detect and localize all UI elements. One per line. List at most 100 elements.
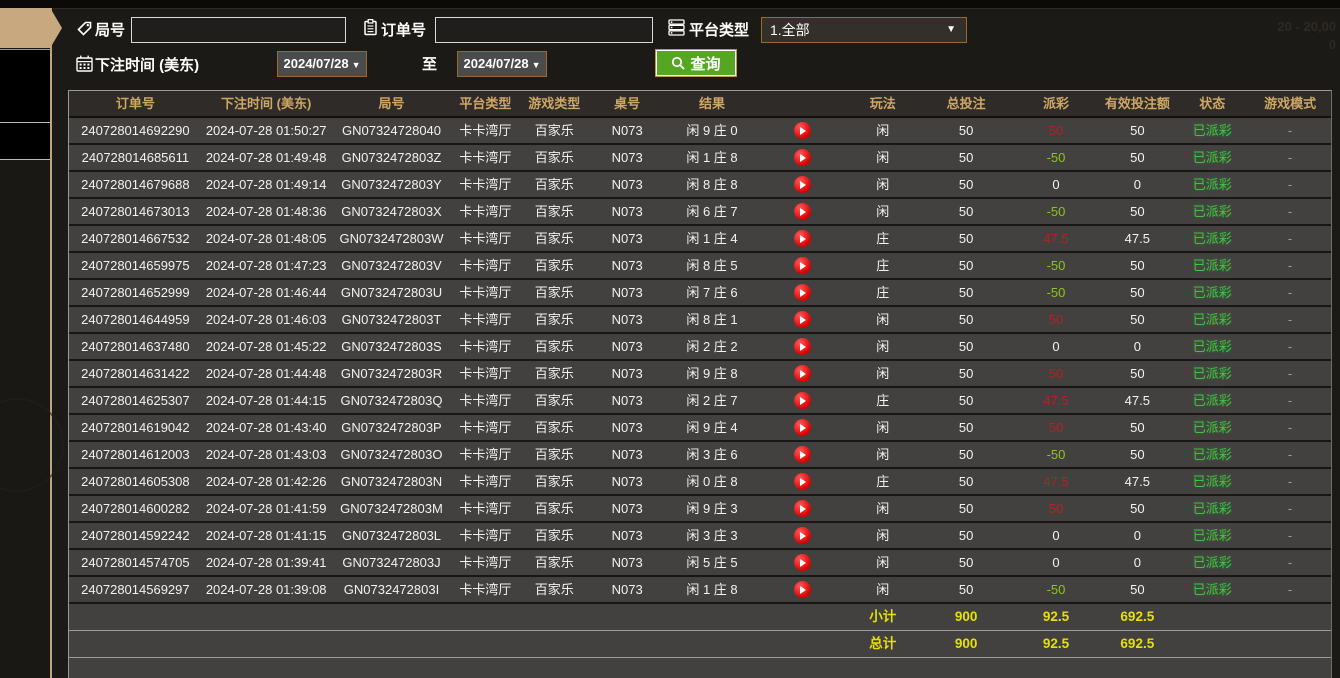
replay-video-icon[interactable] [794,230,812,247]
cell-valid-bet: 50 [1130,447,1145,462]
table-row: 240728014631422 2024-07-28 01:44:48 GN07… [69,361,1331,388]
cell-replay [760,496,846,521]
cell-payout: 0 [1052,528,1060,543]
platform-type-select[interactable]: 1.全部 ▼ [761,17,967,43]
cell-status: 已派彩 [1192,123,1232,138]
replay-video-icon[interactable] [794,446,812,463]
order-number-input[interactable] [435,17,653,43]
cell-game-type: 百家乐 [534,555,574,570]
cell-platform-type: 卡卡湾厅 [459,177,512,192]
cell-bet-time: 2024-07-28 01:47:23 [205,258,327,273]
table-row: 240728014605308 2024-07-28 01:42:26 GN07… [69,469,1331,496]
cell-order-number: 240728014659975 [81,258,190,273]
cell-round-number: GN0732472803J [342,555,441,570]
replay-video-icon[interactable] [794,338,812,355]
cell-status: 已派彩 [1192,393,1232,408]
cell-order-number: 240728014612003 [81,447,190,462]
replay-video-icon[interactable] [794,392,812,409]
cell-order-number: 240728014569297 [81,582,190,597]
query-button[interactable]: 查询 [655,49,737,77]
grand-total-row: 总计 900 92.5 692.5 [69,631,1331,658]
round-number-label: 局号 [95,22,126,39]
cell-round-number: GN0732472803Q [340,393,443,408]
replay-video-icon[interactable] [794,500,812,517]
cell-play-type: 闲 [876,366,890,381]
cell-game-mode: - [1287,447,1293,462]
cell-bet-time: 2024-07-28 01:44:48 [205,366,327,381]
table-row: 240728014667532 2024-07-28 01:48:05 GN07… [69,226,1331,253]
table-row: 240728014637480 2024-07-28 01:45:22 GN07… [69,334,1331,361]
cell-platform-type: 卡卡湾厅 [459,285,512,300]
cell-round-number: GN0732472803I [343,582,440,597]
cell-game-mode: - [1287,582,1293,597]
replay-video-icon[interactable] [794,419,812,436]
cell-game-type: 百家乐 [534,231,574,246]
cell-round-number: GN0732472803Y [341,177,442,192]
cell-platform-type: 卡卡湾厅 [459,501,512,516]
cell-replay [760,388,846,413]
cell-table-number: N073 [611,501,643,516]
date-to-picker[interactable]: 2024/07/28 ▼ [457,51,547,77]
cell-round-number: GN0732472803W [339,231,444,246]
cell-table-number: N073 [611,447,643,462]
replay-video-icon[interactable] [794,284,812,301]
cell-status: 已派彩 [1192,150,1232,165]
tag-icon [75,19,94,38]
sidebar-item-3[interactable] [0,86,50,123]
cell-payout: -50 [1046,204,1066,219]
date-from-picker[interactable]: 2024/07/28 ▼ [277,51,367,77]
cell-table-number: N073 [611,393,643,408]
cell-bet-time: 2024-07-28 01:48:36 [205,204,327,219]
cell-order-number: 240728014652999 [81,285,190,300]
cell-game-type: 百家乐 [534,339,574,354]
header-total-bet: 总投注 [946,96,986,111]
sidebar-item-2[interactable] [0,49,50,87]
header-play-type: 玩法 [869,96,896,111]
cell-game-mode: - [1287,312,1293,327]
replay-video-icon[interactable] [794,149,812,166]
subtotal-total-bet: 900 [954,609,978,624]
cell-status: 已派彩 [1192,204,1232,219]
date-to-value: 2024/07/28 [463,56,529,71]
cell-replay [760,226,846,251]
replay-video-icon[interactable] [794,257,812,274]
cell-play-type: 闲 [876,312,890,327]
replay-video-icon[interactable] [794,473,812,490]
grand-total-valid-bet: 692.5 [1120,636,1155,651]
cell-order-number: 240728014644959 [81,312,190,327]
sidebar-item-4[interactable] [0,123,50,160]
cell-bet-time: 2024-07-28 01:44:15 [205,393,327,408]
cell-game-mode: - [1287,555,1293,570]
table-row: 240728014600282 2024-07-28 01:41:59 GN07… [69,496,1331,523]
replay-video-icon[interactable] [794,365,812,382]
cell-order-number: 240728014592242 [81,528,190,543]
cell-replay [760,253,846,278]
replay-video-icon[interactable] [794,203,812,220]
cell-valid-bet: 50 [1130,312,1145,327]
round-number-input[interactable] [131,17,346,43]
cell-payout: 50 [1048,123,1064,138]
cell-result: 闲 0 庄 8 [686,474,738,489]
cell-payout: 0 [1052,177,1060,192]
replay-video-icon[interactable] [794,311,812,328]
cell-result: 闲 6 庄 7 [686,204,738,219]
replay-video-icon[interactable] [794,176,812,193]
replay-video-icon[interactable] [794,122,812,139]
cell-result: 闲 9 庄 0 [686,123,738,138]
cell-play-type: 庄 [876,285,890,300]
cell-game-mode: - [1287,177,1293,192]
table-row: 240728014619042 2024-07-28 01:43:40 GN07… [69,415,1331,442]
cell-platform-type: 卡卡湾厅 [459,258,512,273]
play-triangle-icon [800,288,807,297]
cell-game-mode: - [1287,474,1293,489]
platform-type-value: 1.全部 [770,22,810,38]
betting-records-page: 局号 订单号 平台类型 1.全部 ▼ 下注时间 (美东) 2024/07/28 ▼… [0,0,1340,678]
cell-result: 闲 8 庄 1 [686,312,738,327]
cell-game-type: 百家乐 [534,150,574,165]
play-triangle-icon [800,585,807,594]
cell-play-type: 闲 [876,501,890,516]
replay-video-icon[interactable] [794,554,812,571]
cell-bet-time: 2024-07-28 01:45:22 [205,339,327,354]
replay-video-icon[interactable] [794,527,812,544]
replay-video-icon[interactable] [794,581,812,598]
